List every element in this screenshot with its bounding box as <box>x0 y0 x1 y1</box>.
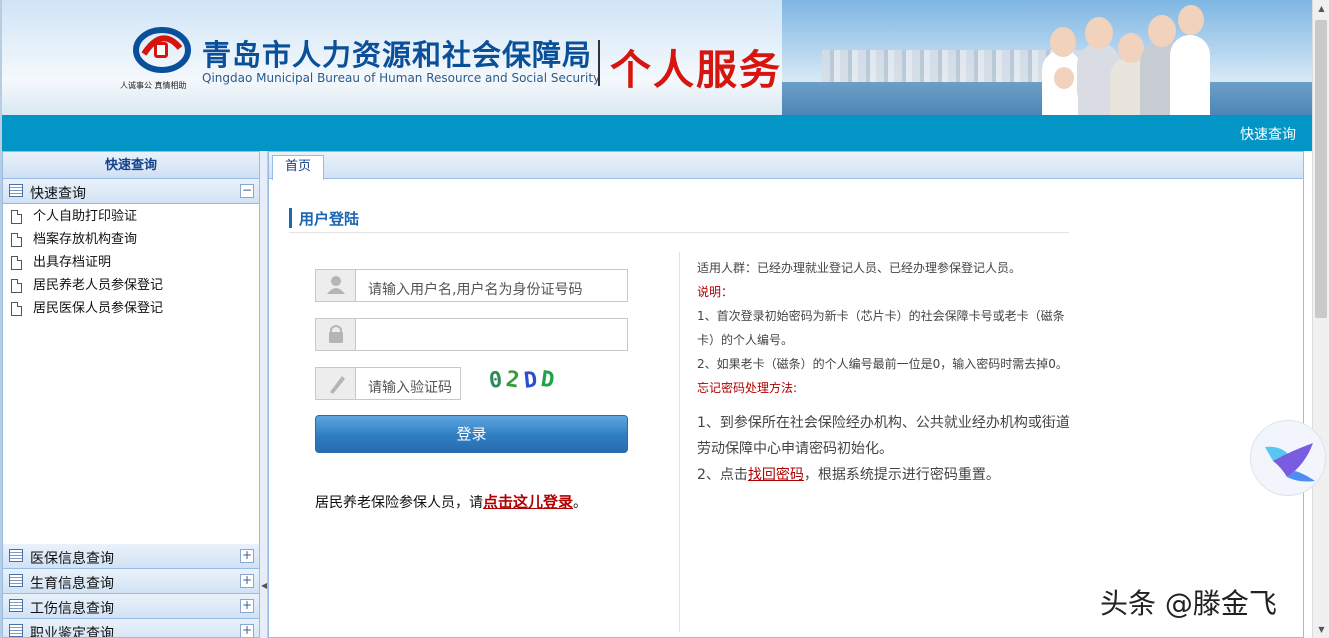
expand-plus-icon[interactable]: + <box>240 624 254 637</box>
scroll-up-arrow-icon[interactable]: ▲ <box>1313 0 1329 17</box>
menu-item-archive-certificate[interactable]: 出具存档证明 <box>3 252 259 275</box>
resident-login-line: 居民养老保险参保人员，请点击这儿登录。 <box>315 493 588 511</box>
collapse-left-arrow-icon[interactable]: ◀ <box>261 581 267 590</box>
captcha-char: D <box>539 366 560 395</box>
password-input[interactable] <box>315 318 628 351</box>
bureau-name-cn: 青岛市人力资源和社会保障局 <box>202 38 593 72</box>
menu-item-self-print-verify[interactable]: 个人自助打印验证 <box>3 206 259 229</box>
header-separator <box>598 40 600 86</box>
accordion-header-medical[interactable]: 医保信息查询 + <box>3 544 259 569</box>
note-1: 1、首次登录初始密码为新卡（芯片卡）的社会保障卡号或老卡（磁条卡）的个人编号。 <box>697 309 1065 347</box>
bureau-slogan: 人诚事公 真情相助 <box>120 81 187 90</box>
forgot-step-2: 2、点击找回密码，根据系统提示进行密码重置。 <box>697 467 1000 483</box>
menu-item-medical-register[interactable]: 居民医保人员参保登记 <box>3 298 259 321</box>
list-icon <box>9 549 23 562</box>
captcha-image[interactable]: 02DD <box>488 366 560 395</box>
list-icon <box>9 599 23 612</box>
accordion-header-quick-query[interactable]: 快速查询 − <box>3 179 259 204</box>
service-title: 个人服务 <box>610 46 782 94</box>
menu-item-pension-register[interactable]: 居民养老人员参保登记 <box>3 275 259 298</box>
login-button[interactable]: 登录 <box>315 415 628 453</box>
document-icon <box>11 233 22 247</box>
menu-item-archive-institution[interactable]: 档案存放机构查询 <box>3 229 259 252</box>
sidebar-title: 快速查询 <box>3 152 259 179</box>
accordion-collapsed-groups: 医保信息查询 + 生育信息查询 + 工伤信息查询 + 职业鉴定查询 + <box>3 544 259 637</box>
scrollbar-thumb[interactable] <box>1315 20 1327 318</box>
vertical-scrollbar[interactable]: ▲ ▼ <box>1312 0 1329 638</box>
expand-plus-icon[interactable]: + <box>240 549 254 563</box>
scroll-down-arrow-icon[interactable]: ▼ <box>1313 621 1329 638</box>
lock-icon <box>316 319 356 350</box>
pen-icon <box>316 368 356 399</box>
list-icon <box>9 184 23 197</box>
audience-text: 适用人群：已经办理就业登记人员、已经办理参保登记人员。 <box>697 261 1022 275</box>
accordion-label: 快速查询 <box>30 186 86 202</box>
accordion-header-maternity[interactable]: 生育信息查询 + <box>3 569 259 594</box>
recover-password-link[interactable]: 找回密码 <box>748 467 804 483</box>
note-2: 2、如果老卡（磁条）的个人编号最前一位是0，输入密码时需去掉0。 <box>697 357 1068 371</box>
document-icon <box>11 302 22 316</box>
document-icon <box>11 279 22 293</box>
list-icon <box>9 624 23 637</box>
quick-query-menu: 个人自助打印验证 档案存放机构查询 出具存档证明 居民养老人员参保登记 居民医保… <box>3 204 259 321</box>
quick-query-link[interactable]: 快速查询 <box>1240 124 1296 144</box>
main-panel: 首页 用户登陆 请输入用户名,用户名为身份证号码 请输入验证码 02DD 登录 … <box>268 151 1304 638</box>
watermark-text: 头条 @滕金飞 <box>1100 587 1277 620</box>
login-section-title: 用户登陆 <box>289 205 1069 233</box>
bureau-name-en: Qingdao Municipal Bureau of Human Resour… <box>202 71 601 85</box>
forgot-password-title: 忘记密码处理方法: <box>697 381 798 395</box>
list-icon <box>9 574 23 587</box>
note-title: 说明： <box>697 285 734 299</box>
expand-plus-icon[interactable]: + <box>240 599 254 613</box>
vertical-divider <box>679 252 680 632</box>
forgot-step-1: 1、到参保所在社会保险经办机构、公共就业经办机构或街道劳动保障中心申请密码初始化… <box>697 415 1070 457</box>
expand-plus-icon[interactable]: + <box>240 574 254 588</box>
accordion-header-vocational[interactable]: 职业鉴定查询 + <box>3 619 259 637</box>
resident-login-link[interactable]: 点击这儿登录 <box>483 493 573 511</box>
document-icon <box>11 256 22 270</box>
header-banner: 人诚事公 真情相助 青岛市人力资源和社会保障局 Qingdao Municipa… <box>2 0 1312 115</box>
floating-bird-icon[interactable] <box>1250 420 1326 496</box>
document-icon <box>11 210 22 224</box>
tab-strip: 首页 <box>269 152 1303 180</box>
sidebar: 快速查询 快速查询 − 个人自助打印验证 档案存放机构查询 出具存档证明 居民养… <box>2 151 260 638</box>
bureau-logo-icon <box>133 27 191 73</box>
title-accent-bar <box>289 208 292 228</box>
user-icon <box>316 270 356 301</box>
username-input[interactable]: 请输入用户名,用户名为身份证号码 <box>315 269 628 302</box>
accordion-header-injury[interactable]: 工伤信息查询 + <box>3 594 259 619</box>
sidebar-collapse-handle[interactable]: ◀ <box>260 151 268 638</box>
captcha-input[interactable]: 请输入验证码 <box>315 367 461 400</box>
login-instructions: 适用人群：已经办理就业登记人员、已经办理参保登记人员。 说明： 1、首次登录初始… <box>697 256 1075 488</box>
collapse-minus-icon[interactable]: − <box>240 184 254 198</box>
top-nav-bar: 快速查询 <box>2 115 1312 151</box>
banner-family-image <box>1022 5 1222 115</box>
tab-home[interactable]: 首页 <box>272 155 324 180</box>
